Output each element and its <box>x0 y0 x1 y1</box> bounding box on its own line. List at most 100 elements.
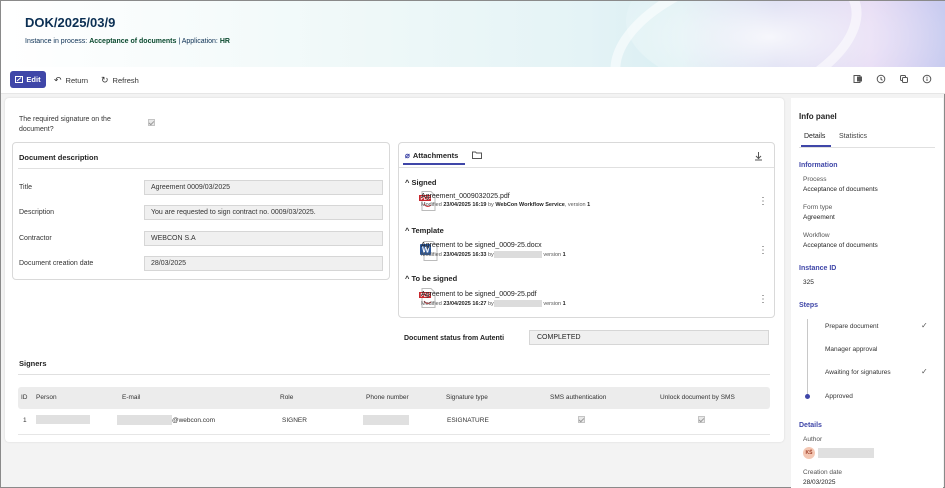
workflow-label: Workflow <box>803 232 830 239</box>
column-header-signature-type: Signature type <box>446 394 488 401</box>
group-signed[interactable]: ^ Signed <box>405 178 437 187</box>
attachment-item[interactable]: Agreement to be signed_0009-25.docx Modi… <box>421 242 566 258</box>
history-icon[interactable] <box>876 74 886 84</box>
avatar: KŚ <box>803 447 815 459</box>
application-name: HR <box>219 38 230 45</box>
excel-icon[interactable] <box>853 74 863 84</box>
checkmark-icon: ✓ <box>921 321 928 330</box>
contractor-label: Contractor <box>19 235 52 242</box>
status-label: Document status from Autenti <box>404 335 505 342</box>
file-name: Agreement to be signed_0009-25.docx <box>421 242 542 249</box>
more-options-icon[interactable]: ⋮ <box>758 246 768 256</box>
group-name: Signed <box>411 178 437 187</box>
instance-id-value: 325 <box>803 279 814 286</box>
redacted-author <box>493 300 542 307</box>
return-icon: ↶ <box>54 75 62 85</box>
checkmark-icon: ✓ <box>921 367 928 376</box>
edit-button[interactable]: Edit <box>10 71 46 88</box>
step-manager-approval: Manager approval <box>825 346 878 353</box>
folder-icon[interactable] <box>472 151 482 161</box>
column-header-email: E-mail <box>122 394 141 401</box>
process-value: Acceptance of documents <box>803 186 878 193</box>
current-step-dot <box>805 394 810 399</box>
attachment-item[interactable]: Agreement to be signed_0009-25.pdf Modif… <box>421 291 566 307</box>
more-options-icon[interactable]: ⋮ <box>758 295 768 305</box>
copy-icon[interactable] <box>899 74 909 84</box>
group-template[interactable]: ^ Template <box>405 226 444 235</box>
info-panel <box>791 98 943 488</box>
process-name: Acceptance of documents <box>89 38 177 45</box>
form-type-value: Agreement <box>803 214 835 221</box>
required-signature-checkbox[interactable] <box>148 119 155 128</box>
title-field[interactable]: Agreement 0009/03/2025 <box>144 180 383 195</box>
form-type-label: Form type <box>803 204 833 211</box>
chevron-up-icon: ^ <box>405 274 410 283</box>
workflow-value: Acceptance of documents <box>803 242 878 249</box>
file-meta: Modified 23/04/2025 16:27 by version 1 <box>421 300 566 307</box>
group-name: Template <box>411 226 444 235</box>
tab-details[interactable]: Details <box>804 133 825 140</box>
column-header-person: Person <box>36 394 57 401</box>
application-label: | Application: <box>178 38 218 45</box>
step-prepare-document: Prepare document <box>825 323 879 330</box>
creation-date-value: 28/03/2025 <box>803 479 836 486</box>
redacted-person <box>36 415 90 424</box>
cell-email-suffix: @webcon.com <box>172 417 216 424</box>
edit-icon <box>15 76 24 83</box>
steps-heading: Steps <box>799 302 819 309</box>
details-heading: Details <box>799 422 822 429</box>
divider <box>18 434 770 435</box>
attachment-item[interactable]: Agreement_0009032025.pdf Modified 23/04/… <box>421 193 590 208</box>
header-banner <box>1 1 945 67</box>
info-icon[interactable] <box>922 74 932 84</box>
column-header-role: Role <box>280 394 294 401</box>
description-label: Description <box>19 209 55 216</box>
cell-id: 1 <box>23 417 27 424</box>
divider <box>18 168 384 169</box>
divider <box>18 374 770 375</box>
return-button[interactable]: ↶ Return <box>54 75 88 86</box>
group-to-be-signed[interactable]: ^ To be signed <box>405 274 457 283</box>
info-panel-title: Info panel <box>799 112 837 121</box>
download-icon[interactable] <box>754 151 763 163</box>
required-signature-label: The required signature on the document? <box>19 116 111 133</box>
signers-title: Signers <box>19 359 47 368</box>
instance-id-heading: Instance ID <box>799 265 837 272</box>
group-name: To be signed <box>411 274 458 283</box>
tab-statistics[interactable]: Statistics <box>839 133 867 140</box>
return-label: Return <box>65 76 89 85</box>
title-label: Title <box>19 184 32 191</box>
column-header-phone: Phone number <box>366 394 409 401</box>
refresh-icon: ↻ <box>101 75 109 85</box>
file-meta: Modified 23/04/2025 16:33 by version 1 <box>421 251 566 258</box>
chevron-up-icon: ^ <box>405 178 410 187</box>
cell-signature-type: ESIGNATURE <box>447 417 489 424</box>
active-tab-indicator <box>403 163 465 165</box>
step-approved: Approved <box>825 393 853 400</box>
sms-auth-checkbox[interactable] <box>578 416 585 425</box>
column-header-id: ID <box>21 394 28 401</box>
instance-label: Instance in process: <box>25 38 88 45</box>
more-options-icon[interactable]: ⋮ <box>758 197 768 207</box>
redacted-author-name <box>818 448 874 458</box>
tab-attachments[interactable]: ⌀ Attachments <box>405 151 458 160</box>
cell-role: SIGNER <box>282 417 307 424</box>
steps-timeline-line <box>807 319 808 397</box>
file-meta: Modified 23/04/2025 16:19 by WebCon Work… <box>421 202 591 208</box>
author-label: Author <box>803 436 823 443</box>
page-title: DOK/2025/03/9 <box>25 15 116 30</box>
unlock-sms-checkbox[interactable] <box>698 416 705 425</box>
contractor-field[interactable]: WEBCON S.A <box>144 231 383 246</box>
status-field[interactable]: COMPLETED <box>529 330 769 345</box>
description-field[interactable]: You are requested to sign contract no. 0… <box>144 205 383 220</box>
chevron-up-icon: ^ <box>405 226 410 235</box>
redacted-email <box>117 415 172 425</box>
toolbar <box>1 67 945 94</box>
refresh-button[interactable]: ↻ Refresh <box>101 75 139 86</box>
redacted-phone <box>363 415 409 425</box>
step-awaiting-signatures: Awaiting for signatures <box>825 369 891 376</box>
instance-subtitle: Instance in process: Acceptance of docum… <box>25 38 230 45</box>
creation-date-field[interactable]: 28/03/2025 <box>144 256 383 271</box>
divider <box>799 147 935 148</box>
edit-label: Edit <box>26 75 41 84</box>
